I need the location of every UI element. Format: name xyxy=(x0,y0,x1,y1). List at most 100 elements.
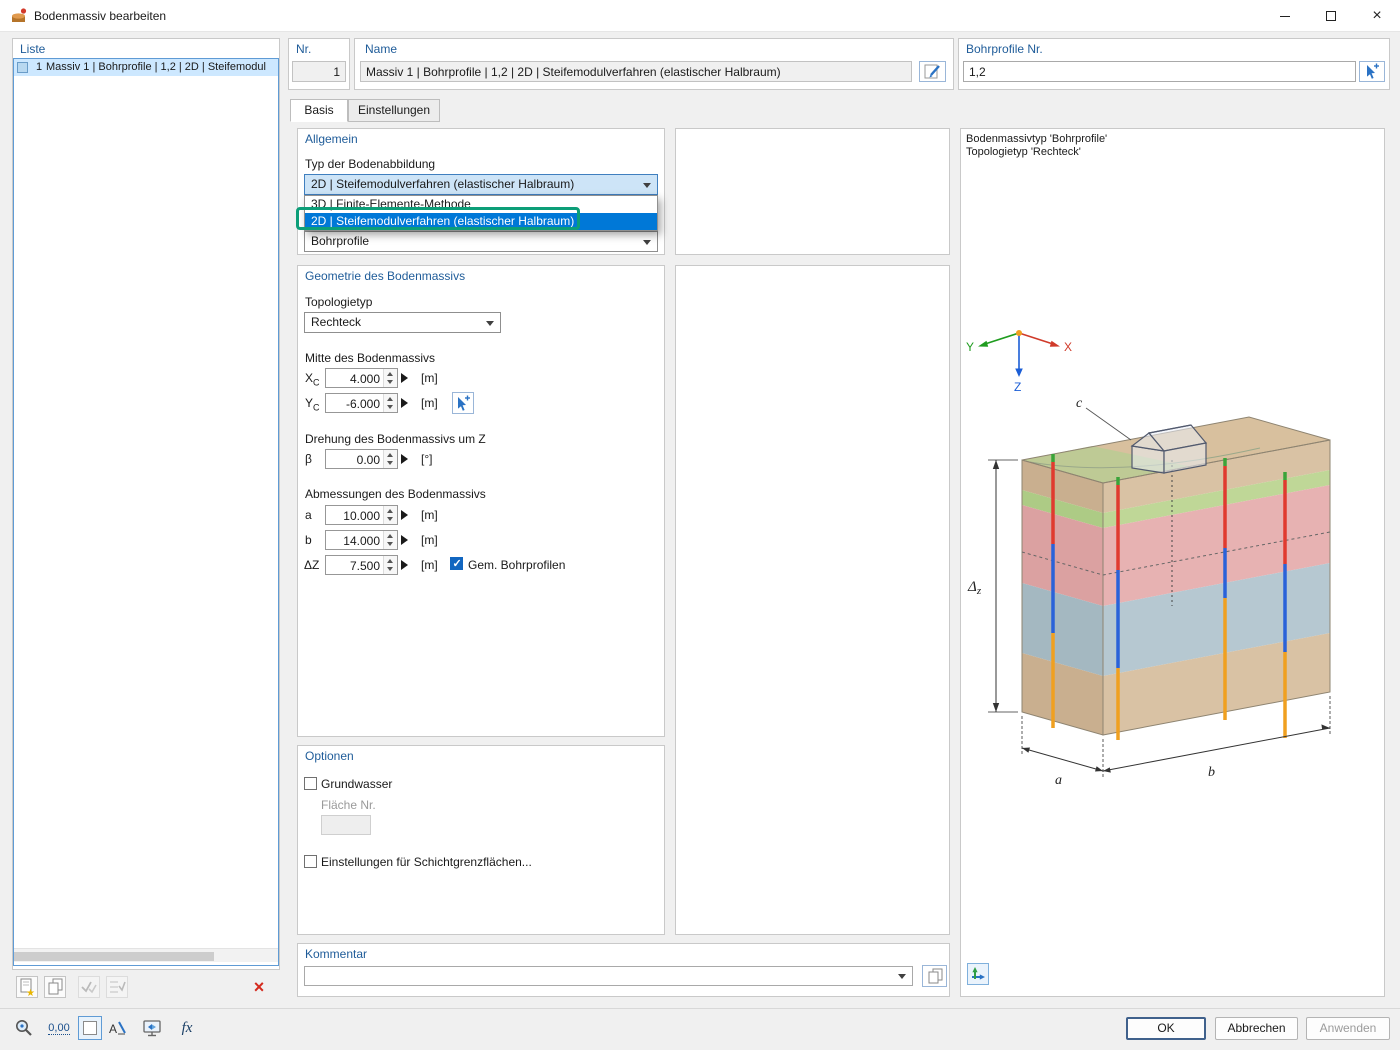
grundwasser-checkbox[interactable] xyxy=(304,777,317,790)
close-button[interactable]: × xyxy=(1354,0,1400,32)
dz-symbol: ΔZ xyxy=(304,558,320,572)
cancel-label: Abbrechen xyxy=(1227,1021,1286,1035)
list-item-massiv-1[interactable]: 1 Massiv 1 | Bohrprofile | 1,2 | 2D | St… xyxy=(14,59,278,76)
xc-expand-button[interactable] xyxy=(401,373,408,383)
liste-label: Liste xyxy=(20,42,46,56)
edit-name-button[interactable] xyxy=(919,61,946,82)
methode-select[interactable]: Bohrprofile xyxy=(304,231,658,252)
chevron-down-icon xyxy=(643,183,651,188)
dz-spinner[interactable] xyxy=(383,556,397,574)
xc-unit: [m] xyxy=(421,371,438,385)
double-check-icon xyxy=(81,981,97,994)
decimal-places-button[interactable]: 0,00 xyxy=(46,1016,72,1040)
list-hscrollbar-thumb[interactable] xyxy=(14,952,214,961)
bohrprofile-nr-label: Bohrprofile Nr. xyxy=(966,42,1043,56)
kommentar-title: Kommentar xyxy=(305,947,368,961)
methode-selected-value: Bohrprofile xyxy=(311,234,370,248)
bodenmassiv-dialog: { "window": { "title": "Bodenmassiv bear… xyxy=(0,0,1400,1050)
grundwasser-label: Grundwasser xyxy=(321,777,393,791)
dz-expand-button[interactable] xyxy=(401,560,408,570)
maximize-button[interactable] xyxy=(1308,0,1354,32)
flaeche-nr-input xyxy=(321,815,371,835)
name-input[interactable] xyxy=(360,61,912,82)
xc-value: 4.000 xyxy=(349,372,380,386)
typ-selected-value: 2D | Steifemodulverfahren (elastischer H… xyxy=(311,177,575,191)
check-all-button[interactable] xyxy=(78,976,100,998)
display-properties-button[interactable]: A xyxy=(104,1016,130,1040)
minimize-button[interactable] xyxy=(1262,0,1308,32)
a-input[interactable]: 10.000 xyxy=(325,505,398,525)
tab-basis-label: Basis xyxy=(304,103,334,117)
uncheck-all-button[interactable] xyxy=(106,976,128,998)
typ-bodenabbildung-select[interactable]: 2D | Steifemodulverfahren (elastischer H… xyxy=(304,174,658,195)
ok-button[interactable]: OK xyxy=(1126,1017,1206,1040)
massiv-list[interactable] xyxy=(13,58,279,966)
yc-input[interactable]: -6.000 xyxy=(325,393,398,413)
beta-expand-button[interactable] xyxy=(401,454,408,464)
pick-center-button[interactable] xyxy=(452,392,474,414)
xc-spinner[interactable] xyxy=(383,369,397,387)
tab-einstellungen[interactable]: Einstellungen xyxy=(348,99,440,122)
background-color-toggle[interactable] xyxy=(78,1016,102,1040)
mitte-label: Mitte des Bodenmassivs xyxy=(305,351,436,365)
monitor-icon xyxy=(143,1020,161,1037)
copy-icon xyxy=(48,978,63,995)
pick-bohrprofile-button[interactable] xyxy=(1359,61,1385,82)
close-icon: × xyxy=(1372,7,1382,24)
xc-input[interactable]: 4.000 xyxy=(325,368,398,388)
b-input[interactable]: 14.000 xyxy=(325,530,398,550)
beta-symbol: β xyxy=(305,452,312,466)
xc-symbol: XC xyxy=(305,371,320,388)
geometrie-title: Geometrie des Bodenmassivs xyxy=(305,269,466,283)
a-value: 10.000 xyxy=(343,509,380,523)
pick-cursor-icon xyxy=(1367,63,1379,79)
beta-spinner[interactable] xyxy=(383,450,397,468)
copy-massiv-button[interactable] xyxy=(44,976,66,998)
a-symbol: a xyxy=(305,508,312,522)
topologietyp-select[interactable]: Rechteck xyxy=(304,312,501,333)
schichtgrenzflaechen-checkbox[interactable] xyxy=(304,855,317,868)
list-item-text: Massiv 1 | Bohrprofile | 1,2 | 2D | Stei… xyxy=(46,61,266,73)
fx-icon: fx xyxy=(181,1019,193,1036)
axes-swap-icon xyxy=(972,967,985,980)
kommentar-copy-button[interactable] xyxy=(922,965,947,987)
bohrprofile-nr-input[interactable] xyxy=(963,61,1356,82)
dz-value: 7.500 xyxy=(349,559,380,573)
delete-massiv-button[interactable]: × xyxy=(248,976,270,998)
cancel-button[interactable]: Abbrechen xyxy=(1215,1017,1298,1040)
minimize-icon xyxy=(1280,15,1290,17)
gem-bohrprofilen-checkbox[interactable] xyxy=(450,557,463,570)
dz-input[interactable]: 7.500 xyxy=(325,555,398,575)
yc-value: -6.000 xyxy=(345,397,380,411)
nr-input[interactable] xyxy=(292,61,346,82)
geometrie-panel xyxy=(297,265,665,737)
b-expand-button[interactable] xyxy=(401,535,408,545)
new-massiv-button[interactable]: ★ xyxy=(16,976,38,998)
screen-display-button[interactable] xyxy=(139,1016,165,1040)
preview-info-line1: Bodenmassivtyp 'Bohrprofile' xyxy=(966,133,1108,145)
b-spinner[interactable] xyxy=(383,531,397,549)
a-spinner[interactable] xyxy=(383,506,397,524)
function-editor-button[interactable]: fx xyxy=(174,1016,200,1040)
edit-pencil-icon xyxy=(924,64,940,79)
nr-label: Nr. xyxy=(296,42,312,56)
a-expand-button[interactable] xyxy=(401,510,408,520)
tab-einstellungen-label: Einstellungen xyxy=(357,103,431,117)
apply-button: Anwenden xyxy=(1306,1017,1390,1040)
schichtgrenzflaechen-label: Einstellungen für Schichtgrenzflächen... xyxy=(321,855,532,869)
tab-basis[interactable]: Basis xyxy=(290,99,348,122)
zoom-find-button[interactable] xyxy=(12,1016,36,1040)
titlebar: Bodenmassiv bearbeiten × xyxy=(0,0,1400,32)
view-options-button[interactable] xyxy=(967,963,989,985)
list-hscrollbar[interactable] xyxy=(14,948,278,962)
beta-input[interactable]: 0.00 xyxy=(325,449,398,469)
kommentar-combobox[interactable] xyxy=(304,966,913,986)
list-item-nr: 1 xyxy=(36,61,43,73)
yc-expand-button[interactable] xyxy=(401,398,408,408)
a-unit: [m] xyxy=(421,508,438,522)
chevron-down-icon xyxy=(643,240,651,245)
yc-spinner[interactable] xyxy=(383,394,397,412)
chevron-down-icon xyxy=(898,974,906,979)
optionen-title: Optionen xyxy=(305,749,354,763)
preview-panel xyxy=(960,128,1385,997)
